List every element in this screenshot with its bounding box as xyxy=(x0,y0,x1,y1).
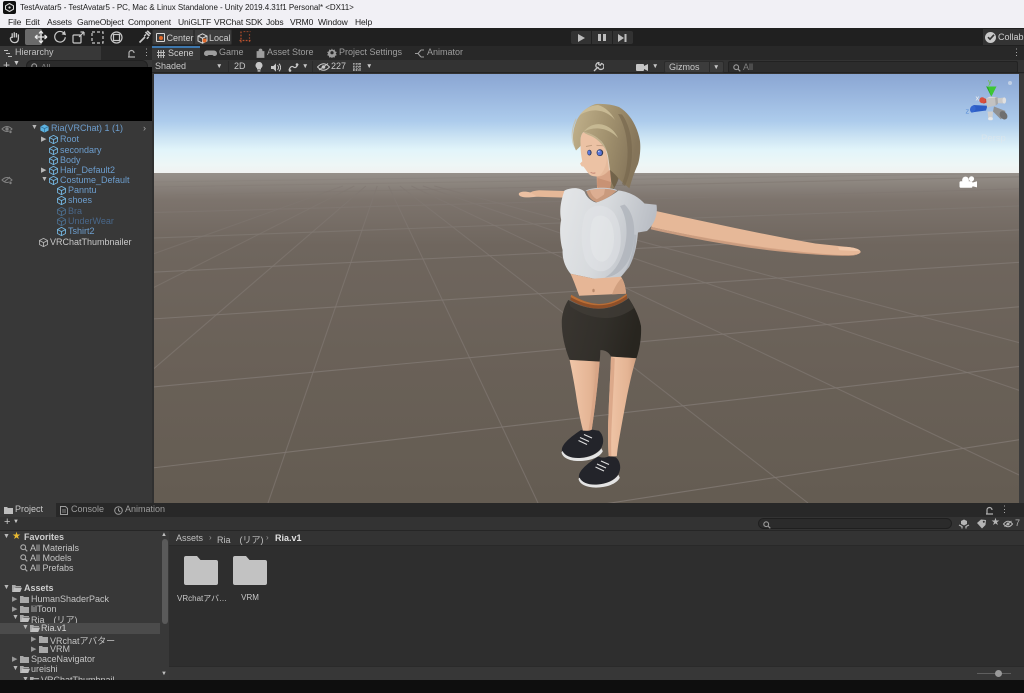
svg-text:z: z xyxy=(966,107,970,116)
svg-text:y: y xyxy=(988,77,992,86)
svg-text:x: x xyxy=(976,94,980,103)
